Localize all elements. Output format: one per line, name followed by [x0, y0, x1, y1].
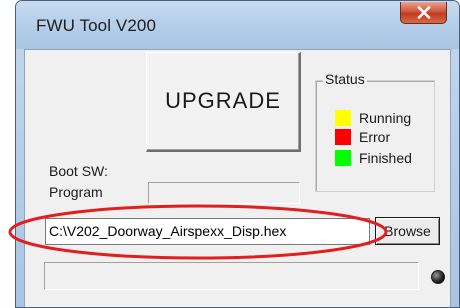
status-caption: Status: [323, 71, 367, 87]
title-bar[interactable]: FWU Tool V200: [16, 1, 459, 49]
status-item-finished: Finished: [335, 150, 412, 166]
finished-indicator: [335, 150, 351, 166]
status-label-running: Running: [359, 110, 412, 126]
boot-sw-label: Boot SW:: [49, 163, 108, 179]
status-item-running: Running: [335, 110, 411, 126]
error-indicator: [335, 129, 351, 145]
progress-bar: [44, 262, 419, 290]
browse-button[interactable]: Browse: [375, 217, 440, 245]
status-item-error: Error: [335, 129, 390, 145]
program-label: Program: [49, 184, 103, 200]
status-label-finished: Finished: [359, 150, 412, 166]
close-icon: [417, 6, 431, 19]
upgrade-button[interactable]: UPGRADE: [146, 52, 301, 152]
window-title: FWU Tool V200: [36, 16, 157, 35]
file-path-field[interactable]: C:\V202_Doorway_Airspexx_Disp.hex: [45, 218, 370, 245]
indicator-led-icon: [431, 270, 445, 284]
close-button[interactable]: [400, 2, 447, 24]
status-label-error: Error: [359, 129, 391, 145]
program-field: [148, 182, 300, 204]
running-indicator: [335, 110, 351, 126]
